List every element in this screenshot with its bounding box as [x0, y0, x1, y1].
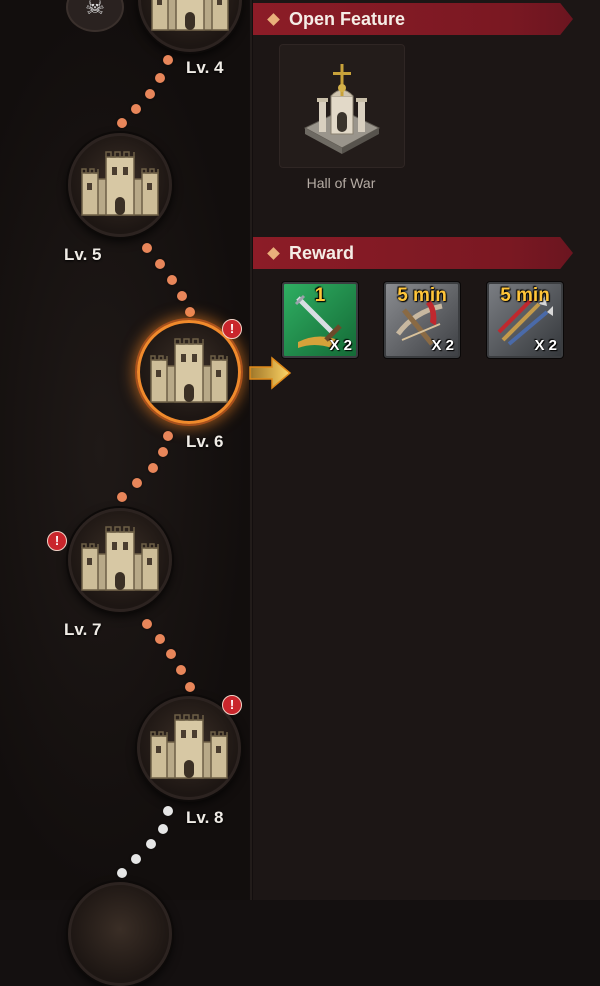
path-dot — [142, 619, 152, 629]
path-dot — [131, 104, 141, 114]
reward-quantity: X 2 — [534, 337, 557, 354]
level-label-lv4: Lv. 4 — [186, 58, 224, 77]
path-dot — [158, 447, 168, 457]
reward-title: Reward — [289, 242, 355, 263]
path-dot — [117, 118, 127, 128]
path-dot — [167, 275, 177, 285]
reward-quantity: X 2 — [431, 337, 454, 354]
diamond-icon — [267, 246, 280, 260]
castle-icon — [149, 712, 229, 784]
path-dot — [117, 492, 127, 502]
path-dot-locked — [117, 868, 127, 878]
path-dot-locked — [131, 854, 141, 864]
castle-icon — [150, 0, 230, 36]
path-dot — [176, 665, 186, 675]
castle-icon — [149, 336, 229, 408]
path-dot — [166, 649, 176, 659]
level-label-lv7: Lv. 7 — [64, 620, 102, 639]
alert-badge-lv6: ! — [222, 319, 242, 339]
path-dot — [185, 682, 195, 692]
skull-node[interactable]: ☠ — [66, 0, 124, 32]
level-label-lv8: Lv. 8 — [186, 808, 224, 827]
path-dot-locked — [146, 839, 156, 849]
path-dot — [177, 291, 187, 301]
castle-node-lv5[interactable] — [68, 133, 172, 237]
reward-header: Reward — [253, 237, 573, 269]
path-dot-locked — [158, 824, 168, 834]
path-dot — [163, 55, 173, 65]
reward-quantity: X 2 — [329, 337, 352, 354]
reward-item-speedup-2[interactable]: 5 min X 2 — [487, 282, 563, 358]
path-dot — [155, 259, 165, 269]
hall-of-war-icon — [303, 64, 381, 154]
reward-item-speedup-1[interactable]: 5 min X 2 — [384, 282, 460, 358]
path-dot-locked — [163, 806, 173, 816]
open-feature-title: Open Feature — [289, 8, 406, 29]
level-label-lv5: Lv. 5 — [64, 245, 102, 264]
path-dot — [148, 463, 158, 473]
alert-badge-lv7: ! — [47, 531, 67, 551]
reward-amount: 5 min — [500, 285, 550, 306]
alert-badge-lv8: ! — [222, 695, 242, 715]
feature-card-hall-of-war[interactable] — [279, 44, 405, 168]
castle-icon — [80, 149, 160, 221]
path-dot — [185, 307, 195, 317]
feature-label: Hall of War — [306, 175, 376, 191]
path-dot — [142, 243, 152, 253]
level-label-lv6: Lv. 6 — [186, 432, 224, 451]
path-dot — [155, 634, 165, 644]
pointer-arrow-icon — [249, 356, 292, 390]
castle-node-lv4[interactable] — [138, 0, 242, 52]
path-dot — [132, 478, 142, 488]
castle-node-lv7[interactable] — [68, 508, 172, 612]
path-dot — [145, 89, 155, 99]
reward-item-sword[interactable]: 1 X 2 — [282, 282, 358, 358]
level-path-panel: ☠ Lv. 4 Lv. 5 ! Lv. 6 ! Lv. 7 ! Lv. 8 — [0, 0, 250, 986]
castle-node-lv9[interactable] — [68, 882, 172, 986]
path-dot — [163, 431, 173, 441]
reward-amount: 5 min — [397, 285, 447, 306]
reward-amount: 1 — [314, 285, 326, 306]
path-dot — [155, 73, 165, 83]
castle-icon — [80, 524, 160, 596]
open-feature-header: Open Feature — [253, 3, 573, 35]
skull-icon: ☠ — [85, 0, 105, 19]
diamond-icon — [267, 12, 280, 26]
